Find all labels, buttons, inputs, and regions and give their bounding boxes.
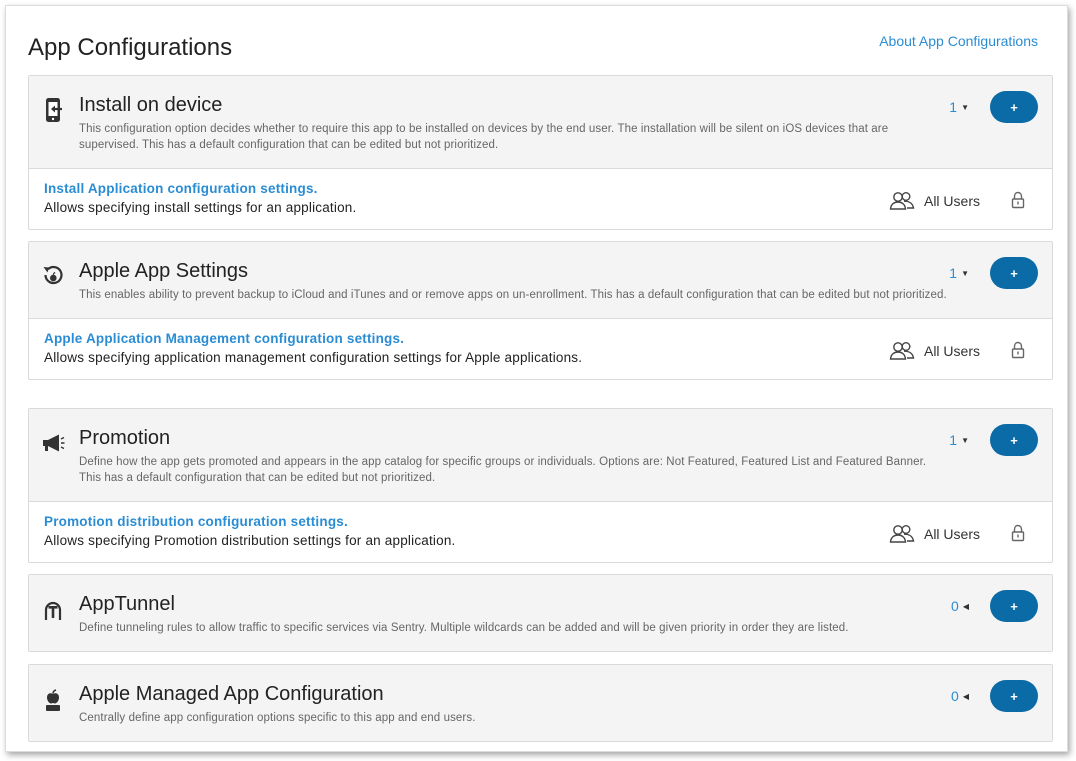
section-description: This enables ability to prevent backup t… bbox=[79, 289, 947, 301]
config-count-dropdown[interactable]: 1 ▼ bbox=[949, 432, 969, 448]
users-icon bbox=[889, 192, 915, 210]
page-title: App Configurations bbox=[28, 34, 233, 61]
config-row-users: All Users bbox=[889, 191, 980, 211]
section-description: This configuration option decides whethe… bbox=[79, 123, 889, 151]
add-configuration-button[interactable]: + bbox=[990, 680, 1038, 712]
megaphone-icon bbox=[41, 429, 65, 457]
section-header: Install on device This configuration opt… bbox=[29, 76, 1052, 168]
section-title: Promotion bbox=[79, 427, 171, 449]
apptunnel-icon bbox=[41, 595, 65, 623]
users-icon bbox=[889, 342, 915, 360]
section-header: Apple App Settings This enables ability … bbox=[29, 242, 1052, 318]
config-count-dropdown[interactable]: 1 ▼ bbox=[949, 265, 969, 281]
section-header: Promotion Define how the app gets promot… bbox=[29, 409, 1052, 501]
lock-icon bbox=[1011, 524, 1025, 542]
section-title: AppTunnel bbox=[79, 593, 175, 615]
section-header: AppTunnel Define tunneling rules to allo… bbox=[29, 575, 1052, 651]
config-count-dropdown[interactable]: 0 ◀ bbox=[951, 598, 969, 614]
caret-down-icon: ▼ bbox=[961, 269, 969, 278]
section-promotion: Promotion Define how the app gets promot… bbox=[28, 408, 1053, 563]
add-configuration-button[interactable]: + bbox=[990, 257, 1038, 289]
users-icon bbox=[889, 525, 915, 543]
config-row: Apple Application Management configurati… bbox=[29, 318, 1052, 379]
lock-icon bbox=[1011, 341, 1025, 359]
caret-left-icon: ◀ bbox=[962, 692, 969, 701]
add-configuration-button[interactable]: + bbox=[990, 590, 1038, 622]
apple-app-settings-icon bbox=[41, 262, 65, 290]
app-configurations-panel: App Configurations About App Configurati… bbox=[5, 5, 1068, 752]
caret-left-icon: ◀ bbox=[962, 602, 969, 611]
add-configuration-button[interactable]: + bbox=[990, 424, 1038, 456]
section-description: Define tunneling rules to allow traffic … bbox=[79, 622, 849, 634]
config-row-users: All Users bbox=[889, 524, 980, 544]
section-title: Install on device bbox=[79, 94, 223, 116]
section-title: Apple Managed App Configuration bbox=[79, 683, 384, 705]
config-row: Promotion distribution configuration set… bbox=[29, 501, 1052, 562]
install-device-icon bbox=[41, 96, 65, 124]
caret-down-icon: ▼ bbox=[961, 436, 969, 445]
section-description: Centrally define app configuration optio… bbox=[79, 712, 476, 724]
caret-down-icon: ▼ bbox=[961, 103, 969, 112]
section-apple-app-settings: Apple App Settings This enables ability … bbox=[28, 241, 1053, 380]
section-install-on-device: Install on device This configuration opt… bbox=[28, 75, 1053, 230]
section-description: Define how the app gets promoted and app… bbox=[79, 456, 927, 484]
config-row-users: All Users bbox=[889, 341, 980, 361]
config-count-dropdown[interactable]: 0 ◀ bbox=[951, 688, 969, 704]
config-row: Install Application configuration settin… bbox=[29, 168, 1052, 229]
add-configuration-button[interactable]: + bbox=[990, 91, 1038, 123]
about-app-configurations-link[interactable]: About App Configurations bbox=[879, 33, 1038, 49]
lock-icon bbox=[1011, 191, 1025, 209]
section-apple-managed-app-configuration: Apple Managed App Configuration Centrall… bbox=[28, 664, 1053, 742]
apple-managed-config-icon bbox=[41, 685, 65, 713]
config-count-dropdown[interactable]: 1 ▼ bbox=[949, 99, 969, 115]
section-apptunnel: AppTunnel Define tunneling rules to allo… bbox=[28, 574, 1053, 652]
section-header: Apple Managed App Configuration Centrall… bbox=[29, 665, 1052, 741]
section-title: Apple App Settings bbox=[79, 260, 249, 282]
